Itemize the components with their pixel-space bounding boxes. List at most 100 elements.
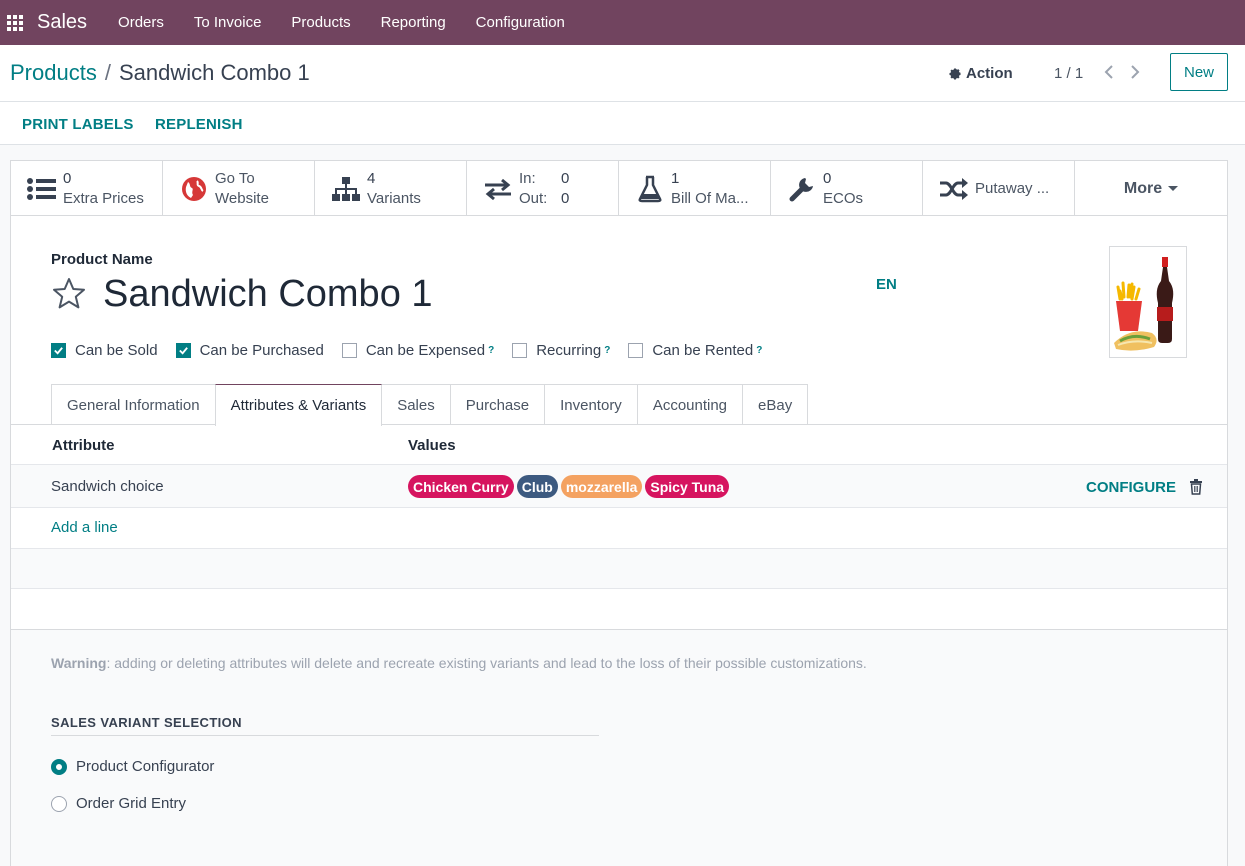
attribute-name-cell[interactable]: Sandwich choice bbox=[51, 478, 164, 495]
smart-buttons-row: 0 Extra Prices Go To Website 4 Variants In:… bbox=[11, 161, 1227, 216]
recurring-checkbox[interactable]: Recurring? bbox=[512, 342, 610, 359]
in-out-smart-button[interactable]: In: 0 Out: 0 bbox=[467, 161, 619, 216]
extra-prices-label: Extra Prices bbox=[63, 189, 144, 207]
pager-value[interactable]: 1 / 1 bbox=[1054, 65, 1083, 82]
tab-ebay[interactable]: eBay bbox=[742, 384, 809, 425]
website-line1: Go To bbox=[215, 169, 255, 187]
breadcrumb-separator: / bbox=[104, 60, 111, 85]
checkbox-unchecked-icon bbox=[341, 343, 357, 358]
in-value: 0 bbox=[561, 169, 570, 187]
nav-to-invoice[interactable]: To Invoice bbox=[179, 14, 277, 31]
replenish-button[interactable]: REPLENISH bbox=[155, 116, 243, 133]
product-image[interactable] bbox=[1109, 246, 1187, 358]
out-label: Out: bbox=[519, 189, 548, 207]
print-labels-button[interactable]: PRINT LABELS bbox=[22, 116, 134, 133]
value-tag[interactable]: Club bbox=[516, 475, 558, 498]
value-tag[interactable]: mozzarella bbox=[560, 475, 643, 498]
caret-down-icon bbox=[1168, 186, 1179, 191]
tab-purchase[interactable]: Purchase bbox=[449, 384, 546, 425]
radio-unselected-icon bbox=[51, 795, 67, 812]
extra-prices-smart-button[interactable]: 0 Extra Prices bbox=[11, 161, 163, 216]
nav-reporting[interactable]: Reporting bbox=[366, 14, 461, 31]
help-tooltip-icon[interactable]: ? bbox=[756, 345, 762, 356]
tab-inventory[interactable]: Inventory bbox=[544, 384, 638, 425]
language-button[interactable]: EN bbox=[876, 276, 897, 293]
ecos-count: 0 bbox=[823, 169, 832, 187]
product-options-row: Can be Sold Can be Purchased Can be Expe… bbox=[51, 342, 780, 359]
configure-button[interactable]: CONFIGURE bbox=[1086, 479, 1176, 496]
variants-smart-button[interactable]: 4 Variants bbox=[315, 161, 467, 216]
tab-sales[interactable]: Sales bbox=[381, 384, 451, 425]
ecos-smart-button[interactable]: 0 ECOs bbox=[771, 161, 923, 216]
warning-message: : adding or deleting attributes will del… bbox=[106, 655, 867, 671]
product-name-field[interactable]: Sandwich Combo 1 bbox=[103, 273, 433, 316]
chevron-left-icon[interactable] bbox=[1101, 63, 1117, 81]
sales-variant-selection-title: SALES VARIANT SELECTION bbox=[51, 715, 599, 736]
action-button[interactable]: Action bbox=[948, 65, 1013, 82]
trash-icon[interactable] bbox=[1189, 479, 1203, 495]
recurring-label: Recurring bbox=[536, 342, 602, 359]
go-to-website-smart-button[interactable]: Go To Website bbox=[163, 161, 315, 216]
can-be-sold-checkbox[interactable]: Can be Sold bbox=[51, 342, 158, 359]
app-brand[interactable]: Sales bbox=[37, 11, 87, 34]
can-be-purchased-checkbox[interactable]: Can be Purchased bbox=[175, 342, 324, 359]
checkbox-unchecked-icon bbox=[628, 343, 644, 358]
can-be-expensed-checkbox[interactable]: Can be Expensed? bbox=[341, 342, 494, 359]
putaway-smart-button[interactable]: Putaway ... bbox=[923, 161, 1075, 216]
in-label: In: bbox=[519, 169, 536, 187]
breadcrumb: Products / Sandwich Combo 1 bbox=[10, 60, 310, 86]
value-tag[interactable]: Chicken Curry bbox=[408, 475, 514, 498]
more-smart-button[interactable]: More bbox=[1075, 161, 1227, 216]
table-row[interactable]: Sandwich choice Chicken Curry Club mozza… bbox=[11, 465, 1227, 508]
checkbox-checked-icon bbox=[51, 343, 66, 358]
help-tooltip-icon[interactable]: ? bbox=[488, 345, 494, 356]
can-be-expensed-label: Can be Expensed bbox=[365, 342, 486, 359]
help-tooltip-icon[interactable]: ? bbox=[604, 345, 610, 356]
nav-configuration[interactable]: Configuration bbox=[461, 14, 580, 31]
breadcrumb-current: Sandwich Combo 1 bbox=[118, 60, 310, 85]
tab-attributes-variants[interactable]: Attributes & Variants bbox=[214, 384, 383, 426]
value-tag[interactable]: Spicy Tuna bbox=[645, 475, 730, 498]
random-icon bbox=[939, 175, 969, 203]
can-be-sold-label: Can be Sold bbox=[75, 342, 158, 359]
add-a-line-link[interactable]: Add a line bbox=[51, 519, 118, 536]
wrench-icon bbox=[787, 175, 817, 203]
product-configurator-label: Product Configurator bbox=[76, 758, 215, 775]
bom-count: 1 bbox=[671, 169, 680, 187]
sitemap-icon bbox=[331, 175, 361, 203]
apps-menu-icon[interactable] bbox=[6, 14, 24, 32]
ecos-label: ECOs bbox=[823, 189, 864, 207]
order-grid-entry-radio[interactable]: Order Grid Entry bbox=[51, 795, 186, 812]
star-icon[interactable] bbox=[51, 276, 87, 312]
tab-accounting[interactable]: Accounting bbox=[636, 384, 744, 425]
flask-icon bbox=[635, 175, 665, 203]
breadcrumb-products-link[interactable]: Products bbox=[10, 60, 97, 85]
bill-of-materials-smart-button[interactable]: 1 Bill Of Ma... bbox=[619, 161, 771, 216]
variants-count: 4 bbox=[367, 169, 376, 187]
nav-products[interactable]: Products bbox=[276, 14, 365, 31]
checkbox-checked-icon bbox=[175, 343, 191, 358]
radio-selected-icon bbox=[51, 758, 67, 775]
out-value: 0 bbox=[561, 189, 570, 207]
new-button[interactable]: New bbox=[1170, 53, 1228, 91]
gear-icon bbox=[948, 67, 962, 81]
attributes-table-header: Attribute Values bbox=[11, 425, 1227, 465]
column-header-values[interactable]: Values bbox=[408, 437, 456, 454]
can-be-rented-checkbox[interactable]: Can be Rented? bbox=[628, 342, 762, 359]
product-configurator-radio[interactable]: Product Configurator bbox=[51, 758, 214, 775]
more-label: More bbox=[1123, 179, 1163, 197]
putaway-label: Putaway ... bbox=[975, 179, 1050, 197]
tab-general-information[interactable]: General Information bbox=[51, 384, 216, 425]
form-tabs: General Information Attributes & Variant… bbox=[51, 384, 809, 426]
form-sheet: 0 Extra Prices Go To Website 4 Variants In:… bbox=[10, 160, 1228, 866]
variants-label: Variants bbox=[367, 189, 421, 207]
column-header-attribute[interactable]: Attribute bbox=[52, 437, 115, 454]
nav-orders[interactable]: Orders bbox=[103, 14, 179, 31]
can-be-rented-label: Can be Rented bbox=[652, 342, 754, 359]
empty-table-row bbox=[11, 548, 1227, 589]
warning-label: Warning bbox=[51, 655, 107, 671]
empty-table-row bbox=[11, 589, 1227, 630]
chevron-right-icon[interactable] bbox=[1127, 63, 1143, 81]
bom-label: Bill Of Ma... bbox=[671, 189, 749, 207]
list-icon bbox=[27, 175, 57, 203]
